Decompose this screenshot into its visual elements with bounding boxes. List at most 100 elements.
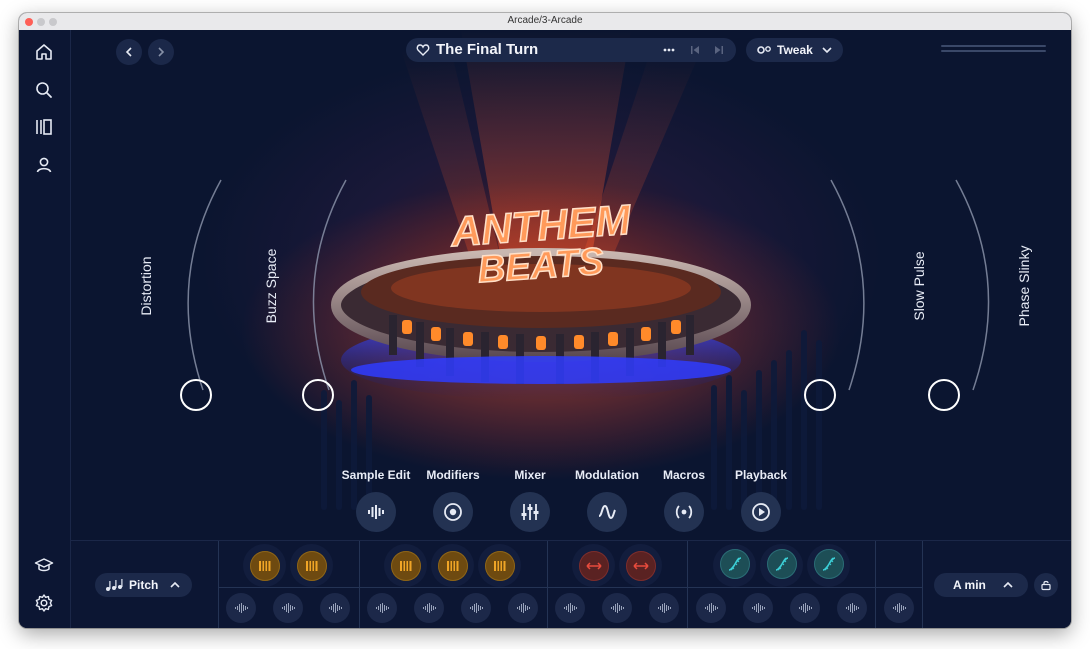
preset-name[interactable]: The Final Turn bbox=[436, 41, 538, 58]
radio-icon[interactable] bbox=[664, 492, 704, 532]
pad-slot bbox=[572, 544, 615, 587]
pad-button[interactable] bbox=[766, 549, 797, 579]
pad-slot bbox=[713, 544, 756, 587]
previous-preset-icon[interactable] bbox=[688, 43, 702, 57]
pad-button[interactable] bbox=[437, 550, 468, 581]
waveform-icon[interactable] bbox=[356, 492, 396, 532]
pad-button[interactable] bbox=[813, 549, 844, 579]
sample-slot[interactable] bbox=[320, 593, 350, 623]
sample-slot[interactable] bbox=[414, 593, 444, 623]
search-icon[interactable] bbox=[32, 78, 56, 102]
knob-label-buzz-space: Buzz Space bbox=[263, 248, 279, 324]
pad-slot bbox=[431, 544, 474, 587]
forward-button[interactable] bbox=[148, 39, 174, 65]
pitch-label: Pitch bbox=[129, 578, 159, 592]
home-icon[interactable] bbox=[32, 40, 56, 64]
window-title: Arcade/3-Arcade bbox=[507, 15, 583, 26]
sample-slot[interactable] bbox=[696, 593, 726, 623]
target-icon[interactable] bbox=[433, 492, 473, 532]
helix-icon bbox=[822, 557, 835, 571]
pitch-button[interactable]: Pitch bbox=[95, 573, 192, 597]
waveform-icon bbox=[517, 603, 530, 613]
sample-slot[interactable] bbox=[884, 593, 914, 623]
waveform-icon bbox=[658, 603, 671, 613]
waveform-icon bbox=[235, 603, 248, 613]
stretch-arrows-icon bbox=[632, 561, 649, 570]
pad-button[interactable] bbox=[390, 550, 421, 581]
helix-icon bbox=[775, 557, 788, 571]
pad-slot bbox=[619, 544, 662, 587]
sample-slot[interactable] bbox=[273, 593, 303, 623]
waveform-icon bbox=[846, 603, 859, 613]
pad-button[interactable] bbox=[484, 550, 515, 581]
back-button[interactable] bbox=[116, 39, 142, 65]
pad-button[interactable] bbox=[625, 550, 656, 581]
waveform-icon bbox=[329, 603, 342, 613]
waveform-icon bbox=[376, 603, 389, 613]
pad-slot bbox=[290, 544, 333, 587]
heart-icon[interactable] bbox=[416, 43, 430, 57]
play-circle-icon[interactable] bbox=[741, 492, 781, 532]
gears-icon bbox=[757, 46, 771, 54]
knob-buzz-space[interactable] bbox=[302, 379, 334, 411]
sample-slot[interactable] bbox=[508, 593, 538, 623]
music-notes-icon bbox=[106, 579, 123, 591]
lock-icon bbox=[1041, 580, 1051, 591]
settings-icon[interactable] bbox=[32, 591, 56, 615]
knob-label-distortion: Distortion bbox=[138, 256, 154, 316]
knob-label-slow-pulse: Slow Pulse bbox=[911, 251, 927, 321]
drum-icon bbox=[399, 560, 411, 571]
sample-slot[interactable] bbox=[226, 593, 256, 623]
helix-icon bbox=[728, 557, 741, 571]
title-bar: Arcade/3-Arcade bbox=[19, 13, 1071, 31]
sample-slot[interactable] bbox=[837, 593, 867, 623]
lock-button[interactable] bbox=[1034, 573, 1058, 597]
pad-slot bbox=[243, 544, 286, 587]
knob-distortion[interactable] bbox=[180, 379, 212, 411]
svg-text:BEATS: BEATS bbox=[476, 241, 605, 292]
chevron-right-icon bbox=[158, 47, 165, 57]
waveform-icon bbox=[564, 603, 577, 613]
tweak-button[interactable]: Tweak bbox=[746, 38, 843, 62]
sample-slot[interactable] bbox=[555, 593, 585, 623]
sample-slot[interactable] bbox=[743, 593, 773, 623]
user-icon[interactable] bbox=[32, 153, 56, 177]
preset-title-bar: The Final Turn bbox=[406, 38, 736, 62]
learn-icon[interactable] bbox=[32, 553, 56, 577]
chevron-down-icon bbox=[822, 47, 832, 54]
tool-label: Playback bbox=[734, 468, 788, 482]
bottom-bar: Pitch A min bbox=[71, 540, 1071, 628]
sample-slot[interactable] bbox=[649, 593, 679, 623]
sample-slot[interactable] bbox=[602, 593, 632, 623]
chevron-up-icon bbox=[1003, 581, 1013, 588]
library-icon[interactable] bbox=[32, 115, 56, 139]
main-stage: ANTHEM BEATS The Final Turn Tweak Distor… bbox=[71, 30, 1071, 539]
pad-slot bbox=[384, 544, 427, 587]
pad-button[interactable] bbox=[249, 550, 280, 581]
next-preset-icon[interactable] bbox=[712, 43, 726, 57]
waveform-icon bbox=[282, 603, 295, 613]
sample-slot[interactable] bbox=[790, 593, 820, 623]
pad-button[interactable] bbox=[578, 550, 609, 581]
drum-icon bbox=[305, 560, 317, 571]
key-selector[interactable]: A min bbox=[934, 573, 1028, 597]
pad-button[interactable] bbox=[719, 549, 750, 579]
waveform-icon bbox=[423, 603, 436, 613]
sidebar bbox=[19, 30, 71, 628]
pad-button[interactable] bbox=[296, 550, 327, 581]
more-icon[interactable] bbox=[662, 43, 676, 57]
tool-playback[interactable]: Playback bbox=[716, 468, 806, 532]
sample-slot[interactable] bbox=[367, 593, 397, 623]
pad-slot bbox=[807, 544, 850, 587]
knob-slow-pulse[interactable] bbox=[804, 379, 836, 411]
knob-phase-slinky[interactable] bbox=[928, 379, 960, 411]
waveform-icon bbox=[611, 603, 624, 613]
sample-slot[interactable] bbox=[461, 593, 491, 623]
waveform-icon bbox=[799, 603, 812, 613]
wave-icon[interactable] bbox=[587, 492, 627, 532]
sliders-icon[interactable] bbox=[510, 492, 550, 532]
pad-grid bbox=[218, 541, 923, 628]
app-window: Arcade/3-Arcade ANTHEM BEATS The Final T… bbox=[19, 13, 1071, 628]
drum-icon bbox=[493, 560, 505, 571]
waveform-icon bbox=[752, 603, 765, 613]
